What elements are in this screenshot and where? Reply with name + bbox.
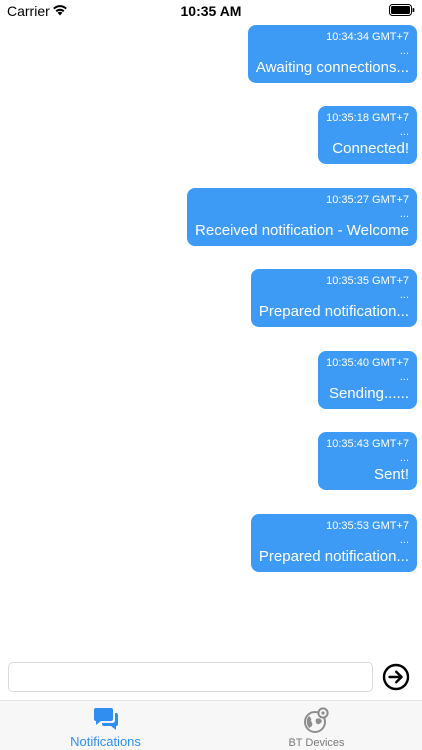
message-text: Awaiting connections... bbox=[255, 59, 409, 76]
message-bubble: 10:35:43 GMT+7 ... Sent! bbox=[318, 432, 417, 490]
message-ellipsis: ... bbox=[399, 126, 409, 138]
message-ellipsis: ... bbox=[399, 534, 409, 546]
message-bubble: 10:35:40 GMT+7 ... Sending...... bbox=[318, 351, 417, 409]
message-timestamp: 10:35:53 GMT+7 bbox=[326, 520, 409, 532]
message-text: Sending...... bbox=[328, 385, 409, 402]
status-bar: Carrier 10:35 AM bbox=[0, 0, 422, 22]
status-time: 10:35 AM bbox=[180, 3, 242, 19]
message-text: Received notification - Welcome bbox=[195, 222, 409, 239]
message-bubble: 10:35:27 GMT+7 ... Received notification… bbox=[187, 188, 417, 246]
message-bubble: 10:35:53 GMT+7 ... Prepared notification… bbox=[250, 514, 417, 572]
battery-icon bbox=[389, 4, 415, 16]
message-text: Connected! bbox=[332, 140, 409, 157]
globe-location-icon bbox=[303, 707, 329, 733]
message-timestamp: 10:35:43 GMT+7 bbox=[326, 438, 409, 450]
tab-bar: Notifications BT Devices bbox=[0, 700, 422, 750]
tab-notifications-label: Notifications bbox=[70, 734, 141, 749]
message-list[interactable]: 10:34:34 GMT+7 ... Awaiting connections.… bbox=[0, 22, 422, 652]
message-ellipsis: ... bbox=[399, 371, 409, 383]
message-timestamp: 10:34:34 GMT+7 bbox=[326, 31, 409, 43]
message-ellipsis: ... bbox=[399, 452, 409, 464]
message-ellipsis: ... bbox=[399, 289, 409, 301]
message-timestamp: 10:35:18 GMT+7 bbox=[326, 112, 409, 124]
message-text: Prepared notification... bbox=[258, 548, 409, 565]
arrow-circle-right-icon[interactable] bbox=[382, 663, 410, 691]
message-bubble: 10:34:34 GMT+7 ... Awaiting connections.… bbox=[247, 25, 417, 83]
message-timestamp: 10:35:35 GMT+7 bbox=[326, 275, 409, 287]
message-text: Sent! bbox=[373, 466, 409, 483]
tab-bt-devices[interactable]: BT Devices bbox=[211, 701, 422, 750]
composer bbox=[0, 660, 422, 696]
message-timestamp: 10:35:40 GMT+7 bbox=[326, 357, 409, 369]
tab-bt-devices-label: BT Devices bbox=[288, 737, 345, 749]
chat-bubbles-icon bbox=[93, 708, 118, 730]
message-input[interactable] bbox=[8, 662, 373, 692]
message-ellipsis: ... bbox=[399, 45, 409, 57]
message-bubble: 10:35:18 GMT+7 ... Connected! bbox=[318, 106, 417, 164]
message-timestamp: 10:35:27 GMT+7 bbox=[326, 194, 409, 206]
message-ellipsis: ... bbox=[399, 208, 409, 220]
message-bubble: 10:35:35 GMT+7 ... Prepared notification… bbox=[250, 269, 417, 327]
message-text: Prepared notification... bbox=[258, 303, 409, 320]
tab-notifications[interactable]: Notifications bbox=[0, 701, 211, 750]
